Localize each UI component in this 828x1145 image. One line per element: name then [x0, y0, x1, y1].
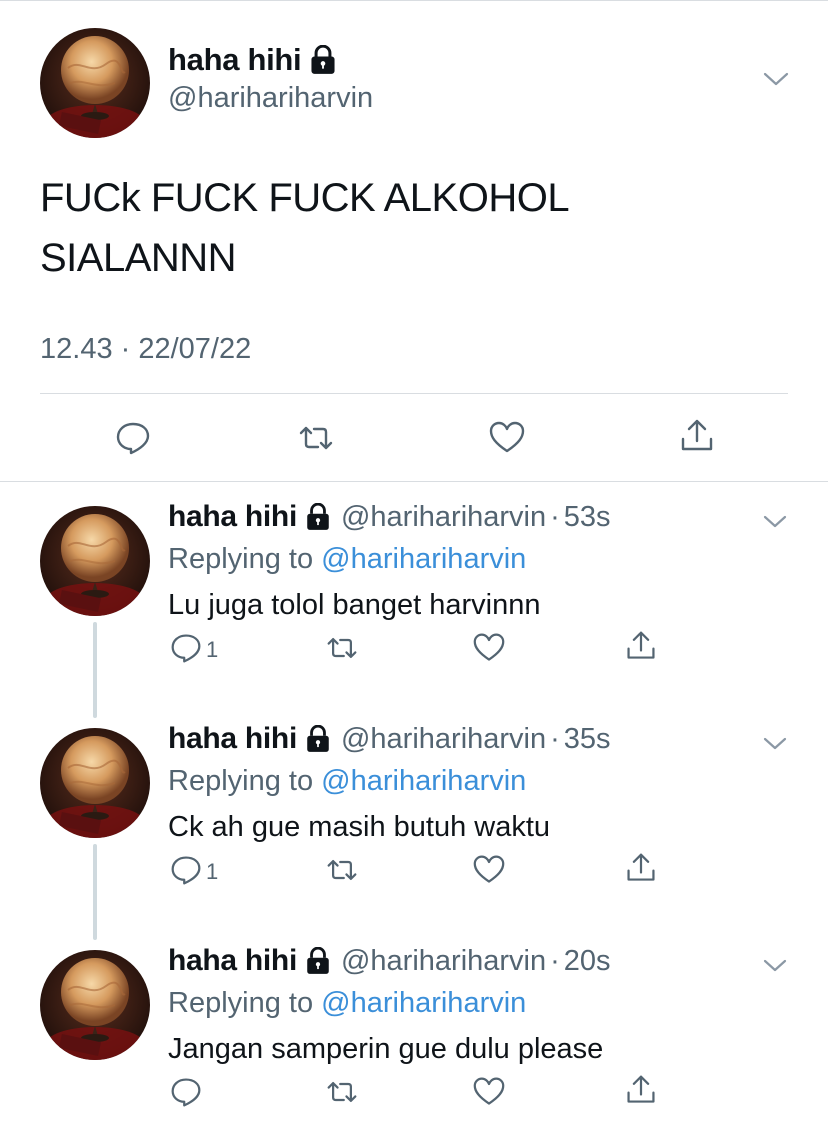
like-icon[interactable] — [489, 420, 525, 456]
avatar-image — [40, 506, 150, 616]
retweet-icon[interactable] — [326, 632, 358, 664]
reply-icon[interactable] — [170, 1076, 202, 1108]
like-icon[interactable] — [473, 632, 505, 664]
avatar-image — [40, 728, 150, 838]
tweet-text-line-1: FUCk FUCK FUCK ALKOHOL — [40, 176, 570, 220]
replying-to-label: Replying to — [168, 765, 314, 797]
reply-count: 1 — [206, 859, 219, 884]
replying-to-label: Replying to — [168, 987, 314, 1019]
handle[interactable]: @harihariharvin — [341, 723, 546, 756]
separator: · — [550, 722, 560, 755]
divider — [40, 393, 788, 394]
tweet-text: Jangan samperin gue dulu please — [168, 1033, 604, 1065]
timestamp[interactable]: 53s — [564, 501, 611, 534]
lock-icon — [307, 947, 329, 974]
reply-icon[interactable] — [115, 420, 151, 456]
share-icon[interactable] — [625, 630, 657, 662]
display-name[interactable]: haha hihi — [168, 500, 297, 534]
timestamp[interactable]: 12.43 · 22/07/22 — [40, 333, 251, 366]
reply-tweet[interactable]: haha hihi @harihariharvin · 35s Replying… — [0, 704, 828, 940]
chevron-down-icon[interactable] — [763, 959, 787, 973]
lock-icon — [311, 45, 335, 74]
tweet-text: FUCk FUCK FUCK ALKOHOL SIALANNN — [40, 168, 780, 288]
display-name-text[interactable]: haha hihi — [168, 42, 302, 78]
reply-header: haha hihi @harihariharvin · 35s — [168, 722, 611, 756]
like-icon[interactable] — [473, 1076, 505, 1108]
avatar-image — [40, 950, 150, 1060]
reply-count: 1 — [206, 637, 219, 662]
handle[interactable]: @harihariharvin — [341, 501, 546, 534]
replying-to: Replying to @harihariharvin — [168, 987, 526, 1020]
reply-header: haha hihi @harihariharvin · 20s — [168, 944, 611, 978]
avatar[interactable] — [40, 728, 150, 838]
chevron-down-icon[interactable] — [763, 515, 787, 529]
avatar[interactable] — [40, 506, 150, 616]
share-icon[interactable] — [625, 1074, 657, 1106]
like-icon[interactable] — [473, 854, 505, 886]
display-name[interactable]: haha hihi — [168, 944, 297, 978]
share-icon[interactable] — [625, 852, 657, 884]
lock-icon — [307, 503, 329, 530]
display-name[interactable]: haha hihi — [168, 722, 297, 756]
retweet-icon[interactable] — [298, 420, 334, 456]
chevron-down-icon[interactable] — [763, 71, 789, 87]
reply-icon[interactable] — [170, 854, 202, 886]
separator: · — [550, 944, 560, 977]
handle[interactable]: @harihariharvin — [168, 82, 373, 115]
replying-to-mention[interactable]: @harihariharvin — [321, 765, 526, 797]
separator: · — [550, 500, 560, 533]
display-name[interactable]: haha hihi — [168, 42, 337, 78]
timestamp[interactable]: 20s — [564, 945, 611, 978]
reply-icon[interactable] — [170, 632, 202, 664]
chevron-down-icon[interactable] — [763, 737, 787, 751]
reply-tweet[interactable]: haha hihi @harihariharvin · 20s Replying… — [0, 926, 828, 1145]
retweet-icon[interactable] — [326, 854, 358, 886]
avatar-image — [40, 28, 150, 138]
timestamp[interactable]: 35s — [564, 723, 611, 756]
replying-to-mention[interactable]: @harihariharvin — [321, 543, 526, 575]
tweet-text: Lu juga tolol banget harvinnn — [168, 589, 541, 621]
main-tweet: haha hihi @harihariharvin FUCk FUCK FUCK… — [0, 0, 828, 482]
tweet-text: Ck ah gue masih butuh waktu — [168, 811, 551, 843]
avatar[interactable] — [40, 950, 150, 1060]
reply-tweet[interactable]: haha hihi @harihariharvin · 53s Replying… — [0, 482, 828, 718]
replying-to: Replying to @harihariharvin — [168, 765, 526, 798]
share-icon[interactable] — [679, 418, 715, 454]
retweet-icon[interactable] — [326, 1076, 358, 1108]
lock-icon — [307, 725, 329, 752]
avatar[interactable] — [40, 28, 150, 138]
replying-to: Replying to @harihariharvin — [168, 543, 526, 576]
handle[interactable]: @harihariharvin — [341, 945, 546, 978]
reply-header: haha hihi @harihariharvin · 53s — [168, 500, 611, 534]
replying-to-label: Replying to — [168, 543, 314, 575]
tweet-text-line-2: SIALANNN — [40, 236, 237, 280]
replying-to-mention[interactable]: @harihariharvin — [321, 987, 526, 1019]
